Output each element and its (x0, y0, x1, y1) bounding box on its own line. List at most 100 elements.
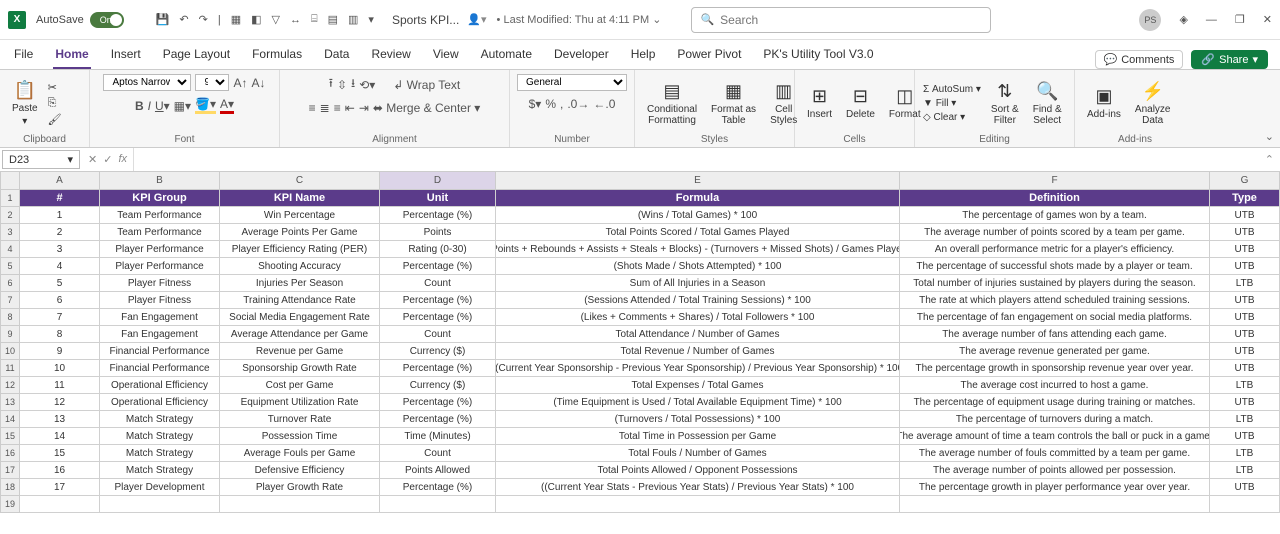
file-name[interactable]: Sports KPI... (392, 13, 459, 27)
cell[interactable]: Total Points Allowed / Opponent Possessi… (496, 462, 900, 479)
cell[interactable]: (Time Equipment is Used / Total Availabl… (496, 394, 900, 411)
cell[interactable]: The percentage growth in sponsorship rev… (900, 360, 1210, 377)
cell[interactable]: Fan Engagement (100, 309, 220, 326)
sort-filter-button[interactable]: ⇅Sort & Filter (987, 79, 1023, 128)
column-header[interactable]: C (220, 172, 380, 190)
column-header[interactable]: B (100, 172, 220, 190)
cell[interactable]: Defensive Efficiency (220, 462, 380, 479)
cell[interactable]: The percentage of turnovers during a mat… (900, 411, 1210, 428)
cell[interactable]: Financial Performance (100, 360, 220, 377)
cell[interactable]: The percentage of equipment usage during… (900, 394, 1210, 411)
cell[interactable]: 1 (20, 207, 100, 224)
header-cell[interactable]: Formula (496, 190, 900, 207)
cell[interactable]: Player Performance (100, 241, 220, 258)
tab-view[interactable]: View (431, 41, 461, 69)
column-header[interactable]: A (20, 172, 100, 190)
row-header[interactable]: 12 (0, 377, 20, 394)
qat-item[interactable]: ◧ (251, 13, 261, 26)
cell[interactable]: Percentage (%) (380, 394, 496, 411)
cell[interactable]: Operational Efficiency (100, 394, 220, 411)
cell[interactable]: Count (380, 275, 496, 292)
column-header[interactable]: G (1210, 172, 1280, 190)
cell[interactable]: 7 (20, 309, 100, 326)
formula-input[interactable] (133, 148, 1259, 171)
cell[interactable]: Total Points Scored / Total Games Played (496, 224, 900, 241)
qat-item[interactable]: ▽ (272, 13, 280, 26)
cell[interactable]: Percentage (%) (380, 207, 496, 224)
qat-dropdown-icon[interactable]: ▾ (368, 13, 374, 26)
borders-icon[interactable]: ▦▾ (174, 99, 191, 113)
cell[interactable]: (Turnovers / Total Possessions) * 100 (496, 411, 900, 428)
cell[interactable]: LTB (1210, 275, 1280, 292)
increase-decimal-icon[interactable]: .0→ (567, 97, 589, 111)
qat-item[interactable]: ▤ (328, 13, 338, 26)
cell[interactable]: UTB (1210, 394, 1280, 411)
cell[interactable]: Count (380, 445, 496, 462)
cell[interactable]: Percentage (%) (380, 309, 496, 326)
delete-cells-button[interactable]: ⊟Delete (842, 84, 879, 122)
cell[interactable]: 15 (20, 445, 100, 462)
restore-icon[interactable]: ❐ (1235, 13, 1245, 26)
select-all-triangle[interactable] (0, 172, 20, 190)
cell[interactable]: Percentage (%) (380, 411, 496, 428)
align-bottom-icon[interactable]: ⭳ (351, 74, 355, 95)
cell[interactable]: UTB (1210, 258, 1280, 275)
cell[interactable]: The average number of points scored by a… (900, 224, 1210, 241)
minimize-icon[interactable]: — (1206, 14, 1217, 26)
cell[interactable]: Turnover Rate (220, 411, 380, 428)
row-header[interactable]: 14 (0, 411, 20, 428)
diamond-icon[interactable]: ◈ (1179, 13, 1187, 26)
tab-review[interactable]: Review (369, 41, 412, 69)
decrease-indent-icon[interactable]: ⇤ (345, 101, 355, 115)
fill-color-icon[interactable]: 🪣▾ (195, 97, 216, 114)
cell[interactable]: LTB (1210, 445, 1280, 462)
last-modified[interactable]: • Last Modified: Thu at 4:11 PM ⌄ (497, 13, 662, 26)
cell[interactable]: Currency ($) (380, 343, 496, 360)
cell[interactable]: The average revenue generated per game. (900, 343, 1210, 360)
decrease-decimal-icon[interactable]: ←.0 (593, 97, 615, 111)
cell[interactable]: The percentage of fan engagement on soci… (900, 309, 1210, 326)
cell[interactable]: (Likes + Comments + Shares) / Total Foll… (496, 309, 900, 326)
cancel-formula-icon[interactable]: ✕ (88, 153, 97, 166)
qat-item[interactable]: ▥ (348, 13, 358, 26)
row-header[interactable]: 11 (0, 360, 20, 377)
cell[interactable]: Equipment Utilization Rate (220, 394, 380, 411)
cell[interactable]: 9 (20, 343, 100, 360)
close-icon[interactable]: ✕ (1263, 13, 1272, 26)
row-header[interactable]: 7 (0, 292, 20, 309)
redo-icon[interactable]: ↷ (199, 13, 208, 26)
cell[interactable]: An overall performance metric for a play… (900, 241, 1210, 258)
tab-formulas[interactable]: Formulas (250, 41, 304, 69)
analyze-data-button[interactable]: ⚡Analyze Data (1131, 79, 1175, 128)
cell[interactable]: Currency ($) (380, 377, 496, 394)
cell[interactable]: Match Strategy (100, 428, 220, 445)
cell[interactable]: Percentage (%) (380, 292, 496, 309)
cell[interactable]: Player Development (100, 479, 220, 496)
cell[interactable]: 17 (20, 479, 100, 496)
paste-button[interactable]: 📋Paste▾ (8, 78, 42, 129)
share-button[interactable]: 🔗 Share ▾ (1191, 50, 1268, 69)
tab-home[interactable]: Home (53, 41, 90, 69)
align-top-icon[interactable]: ⭱ (329, 74, 333, 95)
enter-formula-icon[interactable]: ✓ (103, 153, 112, 166)
align-middle-icon[interactable]: ⇳ (337, 78, 347, 92)
format-as-table-button[interactable]: ▦Format as Table (707, 79, 760, 128)
cell[interactable] (100, 496, 220, 513)
cut-icon[interactable]: ✂ (48, 81, 62, 94)
cell[interactable]: (Wins / Total Games) * 100 (496, 207, 900, 224)
cell[interactable]: UTB (1210, 224, 1280, 241)
cell[interactable]: 8 (20, 326, 100, 343)
cell[interactable]: UTB (1210, 479, 1280, 496)
cell[interactable]: 13 (20, 411, 100, 428)
cell[interactable]: Total Revenue / Number of Games (496, 343, 900, 360)
cell[interactable] (20, 496, 100, 513)
cell[interactable] (220, 496, 380, 513)
row-header[interactable]: 13 (0, 394, 20, 411)
cell[interactable]: Social Media Engagement Rate (220, 309, 380, 326)
cell[interactable] (1210, 496, 1280, 513)
header-cell[interactable]: KPI Name (220, 190, 380, 207)
row-header[interactable]: 10 (0, 343, 20, 360)
cell[interactable]: Average Attendance per Game (220, 326, 380, 343)
search-input[interactable] (720, 13, 982, 27)
cell[interactable]: 6 (20, 292, 100, 309)
